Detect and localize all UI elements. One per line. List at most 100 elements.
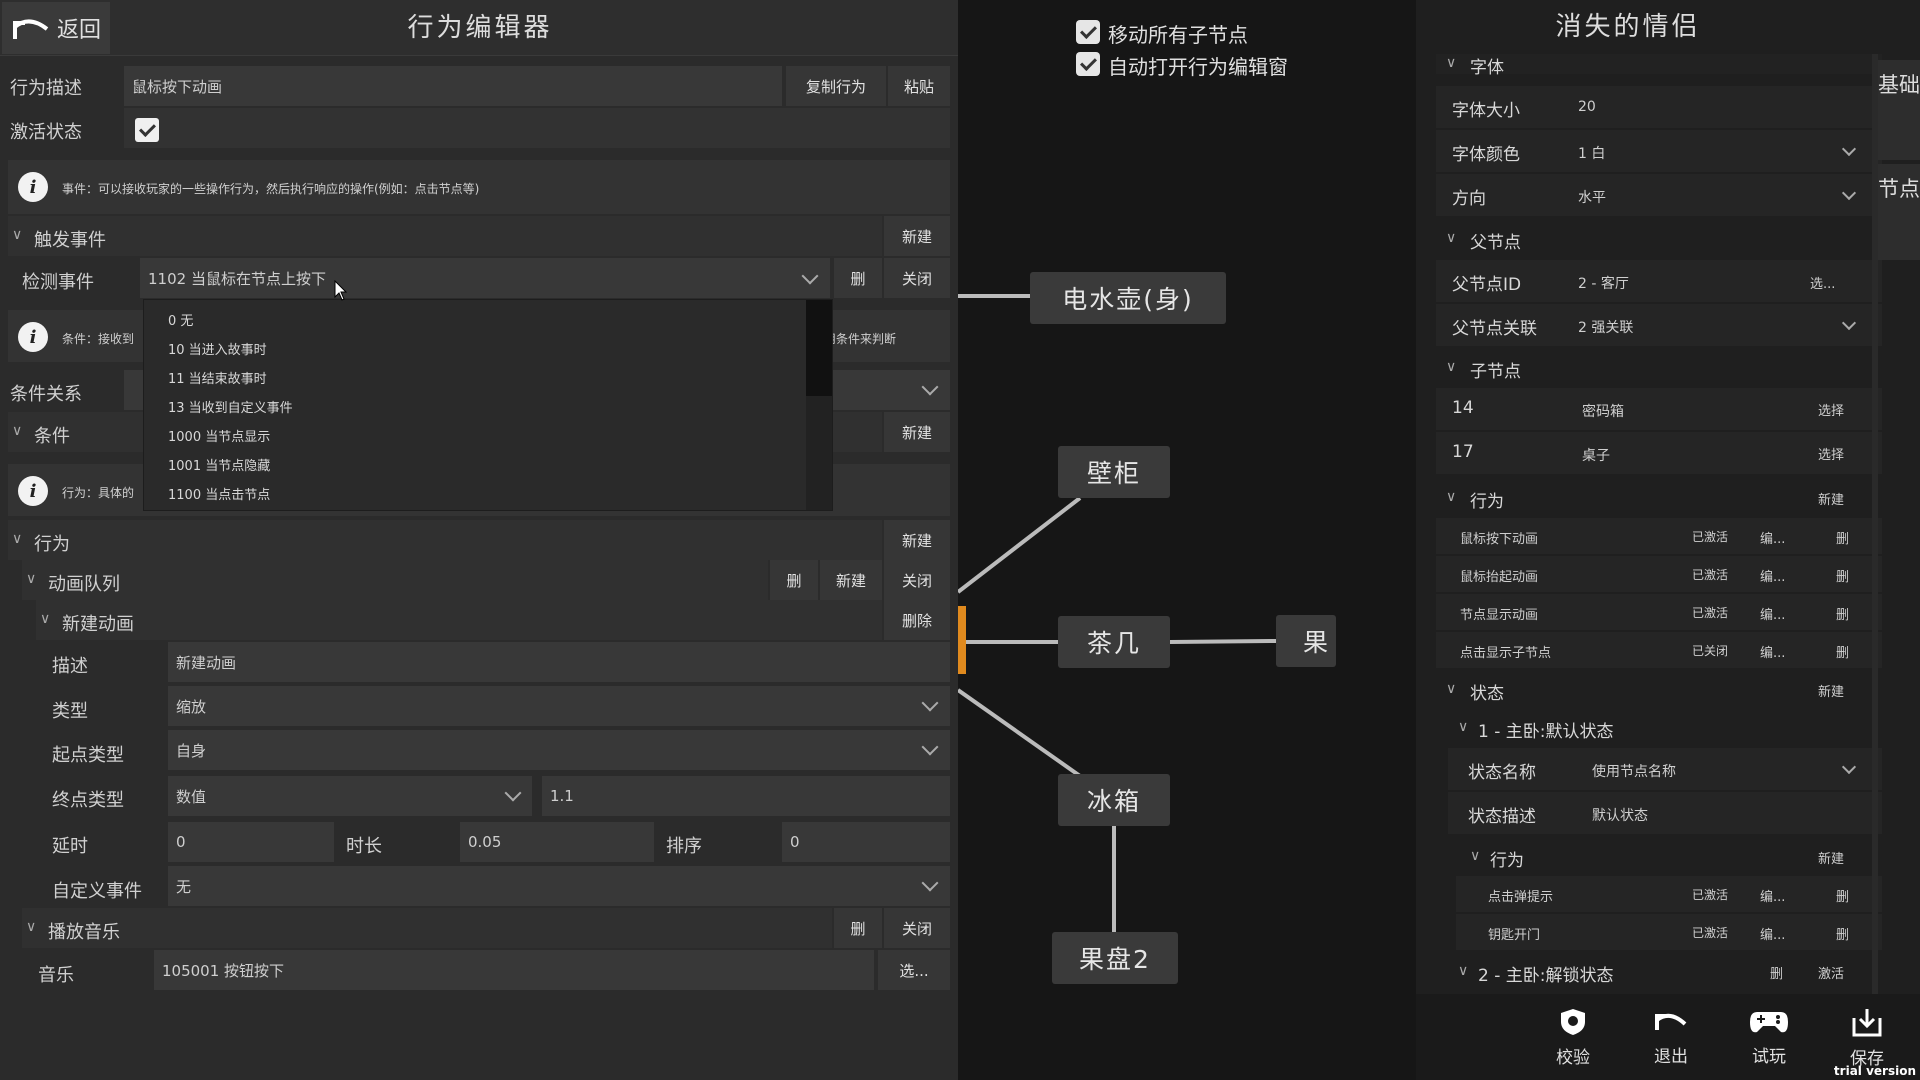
action-info-text: 行为：具体的 xyxy=(62,486,135,500)
edge xyxy=(958,688,1082,778)
music-section-header[interactable] xyxy=(22,908,832,948)
paste-button[interactable]: 粘贴 xyxy=(888,66,950,106)
state-2-activate-button[interactable]: 激活 xyxy=(1818,963,1844,982)
behavior-edit-button[interactable]: 编... xyxy=(1760,924,1785,943)
parent-section-title[interactable]: 父节点 xyxy=(1470,228,1521,253)
dropdown-item[interactable]: 13 当收到自定义事件 xyxy=(168,397,293,416)
state-2-title[interactable]: 2 - 主卧:解锁状态 xyxy=(1478,961,1614,986)
music-close-button[interactable]: 关闭 xyxy=(884,908,950,948)
end-value-input[interactable]: 1.1 xyxy=(542,776,950,816)
state-name-select[interactable]: 使用节点名称 xyxy=(1592,761,1676,781)
direction-select[interactable]: 水平 xyxy=(1578,187,1606,207)
behavior-section-title[interactable]: 行为 xyxy=(1470,487,1504,512)
behavior-delete-button[interactable]: 删 xyxy=(1836,604,1849,623)
dropdown-item[interactable]: 10 当进入故事时 xyxy=(168,339,267,358)
behavior-edit-button[interactable]: 编... xyxy=(1760,886,1785,905)
sub-behavior-new-button[interactable]: 新建 xyxy=(1818,848,1844,867)
behavior-edit-button[interactable]: 编... xyxy=(1760,528,1785,547)
anim-queue-delete-button[interactable]: 删 xyxy=(770,560,818,600)
behavior-state: 已激活 xyxy=(1692,568,1729,582)
auto-open-checkbox[interactable] xyxy=(1076,52,1100,76)
graph-node-fruit-plate[interactable]: 果盘2 xyxy=(1052,932,1178,984)
state-section-title[interactable]: 状态 xyxy=(1470,679,1504,704)
node-graph-canvas[interactable]: 移动所有子节点 自动打开行为编辑窗 电水壶(身) 壁柜 茶几 果 冰箱 果盘2 xyxy=(958,0,1416,1080)
behavior-delete-button[interactable]: 删 xyxy=(1836,886,1849,905)
state-name-label: 状态名称 xyxy=(1468,763,1536,783)
anim-desc-input[interactable]: 新建动画 xyxy=(168,642,950,682)
start-type-select[interactable]: 自身 xyxy=(168,730,950,770)
graph-node-fridge[interactable]: 冰箱 xyxy=(1058,774,1170,826)
trigger-section-header[interactable] xyxy=(8,216,882,256)
parent-rel-select[interactable]: 2 强关联 xyxy=(1578,317,1633,337)
graph-node-kettle[interactable]: 电水壶(身) xyxy=(1030,272,1226,324)
behavior-delete-button[interactable]: 删 xyxy=(1836,642,1849,661)
child-row xyxy=(1436,388,1882,430)
dropdown-scrollbar-thumb[interactable] xyxy=(806,300,832,396)
event-info-text: 事件：可以接收玩家的一些操作行为，然后执行响应的操作(例如：点击节点等) xyxy=(62,182,480,196)
test-play-button[interactable]: 试玩 xyxy=(1734,994,1804,1080)
anim-type-select[interactable]: 缩放 xyxy=(168,686,950,726)
back-button[interactable]: 返回 xyxy=(2,2,110,54)
dropdown-item[interactable]: 1000 当节点显示 xyxy=(168,426,270,445)
tab-node[interactable]: 节点 xyxy=(1878,164,1920,260)
anim-queue-header[interactable] xyxy=(22,560,768,600)
music-select-button[interactable]: 选... xyxy=(878,950,950,990)
dropdown-item[interactable]: 0 无 xyxy=(168,310,193,329)
custom-event-select[interactable]: 无 xyxy=(168,866,950,906)
tab-basic[interactable]: 基础 xyxy=(1878,60,1920,160)
graph-node-fruit[interactable]: 果 xyxy=(1276,615,1336,667)
order-input[interactable]: 0 xyxy=(782,822,950,862)
detect-close-button[interactable]: 关闭 xyxy=(884,258,950,298)
behavior-edit-button[interactable]: 编... xyxy=(1760,566,1785,585)
behavior-delete-button[interactable]: 删 xyxy=(1836,566,1849,585)
end-type-select[interactable]: 数值 xyxy=(168,776,532,816)
music-input[interactable]: 105001 按钮按下 xyxy=(154,950,874,990)
dropdown-item[interactable]: 1100 当点击节点 xyxy=(168,484,270,503)
new-anim-delete-button[interactable]: 删除 xyxy=(884,600,950,640)
behavior-new-button[interactable]: 新建 xyxy=(884,520,950,560)
detect-event-select[interactable]: 1102 当鼠标在节点上按下 xyxy=(140,258,830,298)
behavior-edit-button[interactable]: 编... xyxy=(1760,642,1785,661)
behavior-delete-button[interactable]: 删 xyxy=(1836,528,1849,547)
behavior-editor-panel: 返回 行为编辑器 行为描述 鼠标按下动画 复制行为 粘贴 激活状态 i 事件：可… xyxy=(0,0,958,1080)
behavior-new-button[interactable]: 新建 xyxy=(1818,489,1844,508)
dropdown-item[interactable]: 1001 当节点隐藏 xyxy=(168,455,270,474)
copy-behavior-button[interactable]: 复制行为 xyxy=(786,66,886,106)
state-desc-input[interactable]: 默认状态 xyxy=(1592,805,1648,825)
dropdown-item[interactable]: 11 当结束故事时 xyxy=(168,368,267,387)
behavior-delete-button[interactable]: 删 xyxy=(1836,924,1849,943)
child-section-title[interactable]: 子节点 xyxy=(1470,357,1521,382)
music-delete-button[interactable]: 删 xyxy=(834,908,882,948)
trigger-new-button[interactable]: 新建 xyxy=(884,216,950,256)
graph-node-cabinet[interactable]: 壁柜 xyxy=(1058,446,1170,498)
verify-button[interactable]: 校验 xyxy=(1538,994,1608,1080)
back-label: 返回 xyxy=(56,18,101,43)
state-1-title[interactable]: 1 - 主卧:默认状态 xyxy=(1478,717,1614,742)
move-children-checkbox[interactable] xyxy=(1076,20,1100,44)
exit-button[interactable]: 退出 xyxy=(1636,994,1706,1080)
state-2-delete-button[interactable]: 删 xyxy=(1770,963,1783,982)
graph-node-coffee-table[interactable]: 茶几 xyxy=(1058,616,1170,668)
detect-delete-button[interactable]: 删 xyxy=(834,258,882,298)
font-color-select[interactable]: 1 白 xyxy=(1578,143,1605,163)
anim-queue-new-button[interactable]: 新建 xyxy=(820,560,882,600)
behavior-section-header[interactable] xyxy=(8,520,882,560)
chevron-down-icon: ∨ xyxy=(12,531,23,547)
font-size-input[interactable]: 20 xyxy=(1578,99,1596,115)
new-anim-header[interactable] xyxy=(36,600,882,640)
desc-input[interactable]: 鼠标按下动画 xyxy=(124,66,782,106)
child-select-button[interactable]: 选择 xyxy=(1818,444,1844,463)
delay-input[interactable]: 0 xyxy=(168,822,334,862)
condition-new-button[interactable]: 新建 xyxy=(884,412,950,452)
anim-queue-close-button[interactable]: 关闭 xyxy=(884,560,950,600)
child-select-button[interactable]: 选择 xyxy=(1818,400,1844,419)
behavior-edit-button[interactable]: 编... xyxy=(1760,604,1785,623)
parent-select-button[interactable]: 选... xyxy=(1810,273,1835,292)
sub-behavior-title[interactable]: 行为 xyxy=(1490,846,1524,871)
state-new-button[interactable]: 新建 xyxy=(1818,681,1844,700)
anim-type-label: 类型 xyxy=(52,701,88,722)
duration-input[interactable]: 0.05 xyxy=(460,822,654,862)
active-checkbox[interactable] xyxy=(135,118,159,142)
trigger-section-title: 触发事件 xyxy=(34,230,106,251)
parent-id-label: 父节点ID xyxy=(1452,275,1522,295)
